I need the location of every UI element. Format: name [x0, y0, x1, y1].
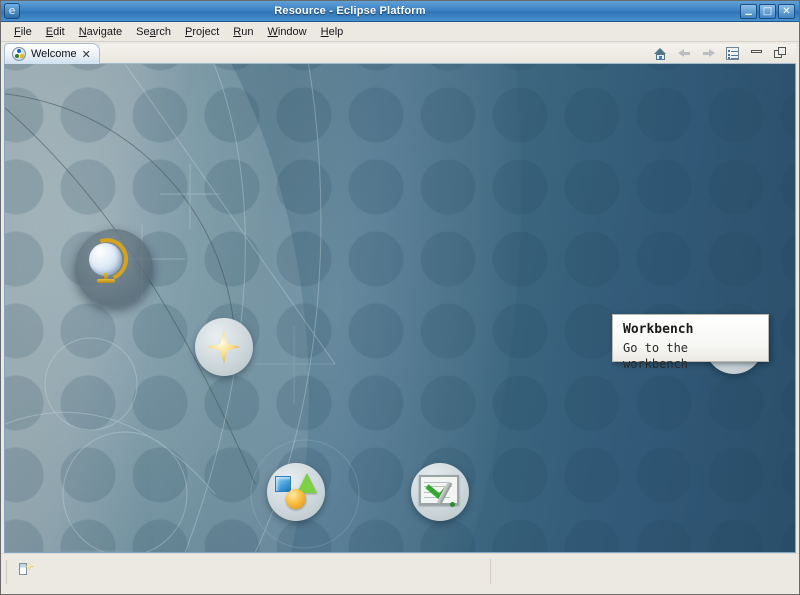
page-star-icon[interactable] — [19, 562, 35, 578]
close-button[interactable]: ✕ — [778, 3, 795, 19]
status-bar — [1, 553, 799, 594]
menu-edit[interactable]: Edit — [39, 24, 72, 40]
forward-arrow-icon[interactable] — [701, 46, 716, 61]
tab-toolbar — [99, 44, 796, 64]
menu-navigate[interactable]: Navigate — [72, 24, 129, 40]
sphere-icon — [286, 489, 306, 509]
welcome-page: eclipse Workbench Go to the workbench — [4, 64, 796, 553]
menu-edit-rest: dit — [53, 25, 65, 38]
app-eclipse-icon: e — [4, 3, 20, 19]
minimize-button[interactable]: _ — [740, 2, 757, 19]
tab-close-icon[interactable]: ✕ — [82, 49, 91, 60]
menu-navigate-rest: avigate — [86, 25, 123, 38]
menu-search[interactable]: Search — [129, 24, 178, 40]
star-icon — [207, 330, 241, 364]
cube-icon — [275, 476, 291, 492]
menu-help-rest: elp — [328, 25, 344, 38]
status-separator-mid — [490, 559, 491, 584]
shapes-icon — [275, 472, 317, 512]
menu-bar: File Edit Navigate Search Project Run Wi… — [1, 22, 799, 42]
menu-project-rest: roject — [192, 25, 220, 38]
window-controls: _ □ ✕ — [740, 2, 795, 19]
tooltip-description: Go to the workbench — [623, 341, 689, 371]
menu-help[interactable]: Help — [314, 24, 351, 40]
welcome-item-overview[interactable] — [75, 229, 153, 307]
menu-window-rest: indow — [277, 25, 307, 38]
welcome-item-samples[interactable] — [267, 463, 325, 521]
minimize-icon[interactable] — [749, 46, 764, 61]
menu-run-rest: un — [241, 25, 254, 38]
welcome-item-whats-new[interactable] — [195, 318, 253, 376]
window-title: Resource - Eclipse Platform — [274, 5, 426, 17]
maximize-icon[interactable] — [773, 46, 788, 61]
menu-run[interactable]: Run — [226, 24, 260, 40]
tab-welcome-label: Welcome — [31, 48, 77, 60]
menu-project[interactable]: Project — [178, 24, 226, 40]
pencil-tip-icon — [450, 502, 455, 507]
menu-search-post: rch — [155, 25, 172, 38]
title-bar: e Resource - Eclipse Platform _ □ ✕ — [1, 1, 799, 22]
home-icon[interactable] — [653, 46, 668, 61]
list-view-icon[interactable] — [725, 46, 740, 61]
tab-row: Welcome ✕ — [4, 43, 796, 64]
welcome-item-tutorials[interactable] — [411, 463, 469, 521]
status-separator-left — [6, 560, 7, 584]
tooltip-title: Workbench — [623, 322, 694, 337]
menu-file-rest: ile — [20, 25, 32, 38]
tab-welcome[interactable]: Welcome ✕ — [4, 43, 100, 64]
workbench-tooltip: Workbench Go to the workbench — [612, 314, 769, 371]
globe-stand-icon — [97, 279, 115, 283]
menu-window[interactable]: Window — [260, 24, 313, 40]
menu-search-pre: Se — [136, 25, 150, 38]
document-check-icon — [419, 475, 461, 509]
welcome-icon — [12, 47, 26, 61]
eclipse-window: e Resource - Eclipse Platform _ □ ✕ File… — [0, 0, 800, 595]
background-drafting-lines — [5, 64, 360, 552]
maximize-button[interactable]: □ — [759, 3, 776, 19]
menu-file[interactable]: File — [7, 24, 39, 40]
back-arrow-icon[interactable] — [677, 46, 692, 61]
editor-area: Welcome ✕ Workbench Go to the workbench — [4, 43, 796, 553]
